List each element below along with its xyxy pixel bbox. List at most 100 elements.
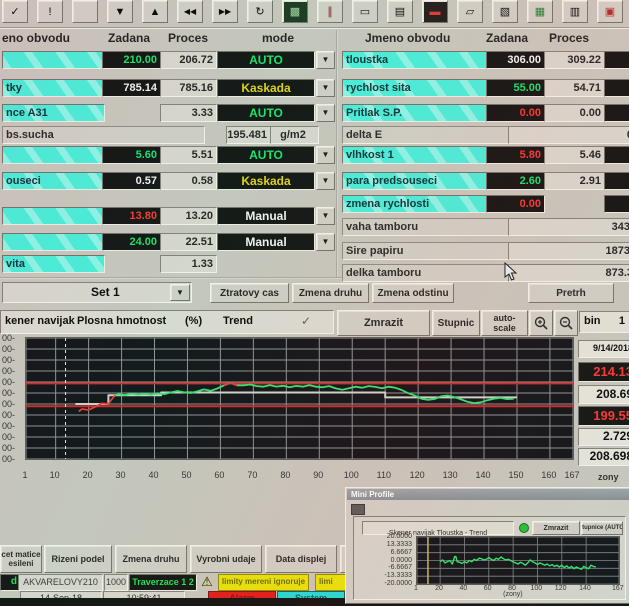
loop-label bbox=[2, 51, 105, 69]
tick-label: 1 bbox=[414, 585, 418, 592]
button-line: cet matice bbox=[1, 550, 40, 559]
data-displej-button[interactable]: Data displej bbox=[265, 545, 337, 573]
mode-select[interactable] bbox=[604, 146, 629, 164]
printer-icon[interactable]: ▭ bbox=[352, 0, 378, 23]
chevron-down-icon[interactable]: ▼ bbox=[316, 146, 335, 164]
zmena-druhu-button[interactable]: Zmena druhu bbox=[292, 283, 369, 303]
zmena-odstinu-button[interactable]: Zmena odstinu bbox=[372, 283, 454, 303]
mini-profile-panel: Skener navijak Tloustka - Trend Zmrazit … bbox=[353, 516, 626, 600]
limit-warning-badge: limity mereni ignoruje bbox=[218, 574, 309, 591]
options-list-icon[interactable]: ▤ bbox=[387, 0, 413, 23]
blank-icon[interactable] bbox=[72, 0, 98, 23]
setpoint-value[interactable]: 785.14 bbox=[102, 79, 161, 97]
mode-select[interactable]: Manual bbox=[217, 233, 315, 251]
arrow-up-icon[interactable]: ▲ bbox=[142, 0, 168, 23]
led-display-icon[interactable]: ▬ bbox=[422, 0, 448, 23]
setpoint-value[interactable]: 13.80 bbox=[102, 207, 161, 225]
setpoint-value[interactable]: 306.00 bbox=[486, 51, 545, 69]
process-value: 5.46 bbox=[544, 146, 605, 164]
tick-label: 6.6667 bbox=[360, 549, 412, 556]
setpoint-value[interactable]: 210.00 bbox=[102, 51, 161, 69]
zmrazit-button[interactable]: Zmrazit bbox=[337, 310, 430, 336]
mode-select[interactable]: AUTO bbox=[217, 104, 315, 122]
tick-label: 00- bbox=[2, 355, 15, 365]
setpoint-value[interactable]: 55.00 bbox=[486, 79, 545, 97]
fast-forward-icon[interactable]: ▶▶ bbox=[212, 0, 238, 23]
zoom-in-button[interactable] bbox=[529, 310, 553, 336]
mini-trend-plot[interactable] bbox=[416, 536, 620, 585]
zoom-out-button[interactable] bbox=[554, 310, 578, 336]
mode-select[interactable]: Kaskada bbox=[217, 172, 315, 190]
ztratovy-cas-button[interactable]: Ztratovy cas bbox=[210, 283, 289, 303]
mode-select[interactable] bbox=[604, 172, 629, 190]
measured-value: 0 bbox=[508, 126, 629, 144]
mode-select[interactable] bbox=[604, 195, 629, 213]
tick-label: 00- bbox=[2, 443, 15, 453]
tick-label: 00- bbox=[2, 366, 15, 376]
chevron-down-icon[interactable]: ▼ bbox=[316, 207, 335, 225]
loop-label: tky bbox=[2, 79, 105, 97]
trend-title-part: kener navijak bbox=[5, 315, 75, 327]
setpoint-value[interactable]: 0.57 bbox=[102, 172, 161, 190]
archive-box-icon[interactable]: ▧ bbox=[492, 0, 518, 23]
chevron-down-icon[interactable]: ▼ bbox=[316, 104, 335, 122]
main-chart-svg bbox=[26, 338, 573, 459]
vyrobni-udaje-button[interactable]: Vyrobni udaje bbox=[190, 545, 262, 573]
autoscale-button[interactable]: auto- scale bbox=[481, 310, 528, 336]
chevron-down-icon[interactable]: ▼ bbox=[316, 51, 335, 69]
process-value: 309.22 bbox=[544, 51, 605, 69]
setpoint-value[interactable]: 5.80 bbox=[486, 146, 545, 164]
mode-select[interactable] bbox=[604, 51, 629, 69]
chart-grid-icon[interactable]: ▩ bbox=[282, 0, 308, 23]
mini-window-titlebar[interactable]: Mini Profile bbox=[347, 489, 629, 500]
main-trend-plot[interactable] bbox=[25, 337, 574, 460]
pretrh-button[interactable]: Pretrh bbox=[528, 283, 614, 303]
setpoint-value[interactable]: 0.00 bbox=[486, 195, 545, 213]
window-corner-icon[interactable] bbox=[351, 504, 365, 515]
chevron-down-icon[interactable]: ▼ bbox=[316, 79, 335, 97]
mode-select[interactable]: Manual bbox=[217, 207, 315, 225]
mini-zmrazit-button[interactable]: Zmrazit bbox=[532, 521, 580, 535]
machine-c-icon[interactable]: ▣ bbox=[597, 0, 623, 23]
tick-label: 0.0000 bbox=[360, 557, 412, 564]
chevron-down-icon[interactable]: ▼ bbox=[316, 172, 335, 190]
tick-label: 40 bbox=[149, 470, 159, 480]
loop-label: zmena rychlosti bbox=[342, 195, 487, 213]
mode-select[interactable]: AUTO bbox=[217, 146, 315, 164]
setpoint-value[interactable]: 2.60 bbox=[486, 172, 545, 190]
left-header-proces: Proces bbox=[168, 31, 208, 45]
machine-b-icon[interactable]: ▥ bbox=[562, 0, 588, 23]
chevron-down-icon[interactable]: ▼ bbox=[170, 284, 190, 301]
mode-select[interactable]: Kaskada bbox=[217, 79, 315, 97]
check-icon[interactable]: ✓ bbox=[2, 0, 28, 23]
bin-field[interactable]: bin 1 bbox=[579, 311, 629, 333]
rewind-icon[interactable]: ◀◀ bbox=[177, 0, 203, 23]
stupnic-button[interactable]: Stupnic bbox=[432, 310, 480, 336]
mini-profile-window[interactable]: Mini Profile Skener navijak Tloustka - T… bbox=[345, 487, 629, 604]
machine-a-icon[interactable]: ▦ bbox=[527, 0, 553, 23]
loop-label: vita bbox=[2, 255, 105, 273]
tick-label: 167 bbox=[565, 470, 580, 480]
tick-label: 00- bbox=[2, 454, 15, 464]
tick-label: 10 bbox=[50, 470, 60, 480]
tick-label: 30 bbox=[116, 470, 126, 480]
chevron-down-icon[interactable]: ▼ bbox=[316, 233, 335, 251]
exclamation-icon[interactable]: ! bbox=[37, 0, 63, 23]
trend-scope-icon[interactable]: ▱ bbox=[457, 0, 483, 23]
rizeni-podel-button[interactable]: Rizeni podel bbox=[44, 545, 112, 573]
setpoint-value[interactable]: 5.60 bbox=[102, 146, 161, 164]
mode-select[interactable] bbox=[604, 79, 629, 97]
process-value: 3.33 bbox=[160, 104, 217, 122]
setpoint-value[interactable]: 0.00 bbox=[486, 104, 545, 122]
pens-icon[interactable]: ∥ bbox=[317, 0, 343, 23]
set-selector[interactable]: Set 1 ▼ bbox=[2, 282, 192, 303]
loop-label: rychlost sita bbox=[342, 79, 487, 97]
zmena-druhu-bottom-button[interactable]: Zmena druhu bbox=[115, 545, 187, 573]
refresh-icon[interactable]: ↻ bbox=[247, 0, 273, 23]
mode-select[interactable] bbox=[604, 104, 629, 122]
mode-select[interactable]: AUTO bbox=[217, 51, 315, 69]
setpoint-value[interactable]: 24.00 bbox=[102, 233, 161, 251]
mini-stupnice-button[interactable]: Stupnice (AUTO) bbox=[581, 521, 623, 535]
matice-button[interactable]: cet matice esileni bbox=[0, 545, 42, 573]
arrow-down-icon[interactable]: ▼ bbox=[107, 0, 133, 23]
